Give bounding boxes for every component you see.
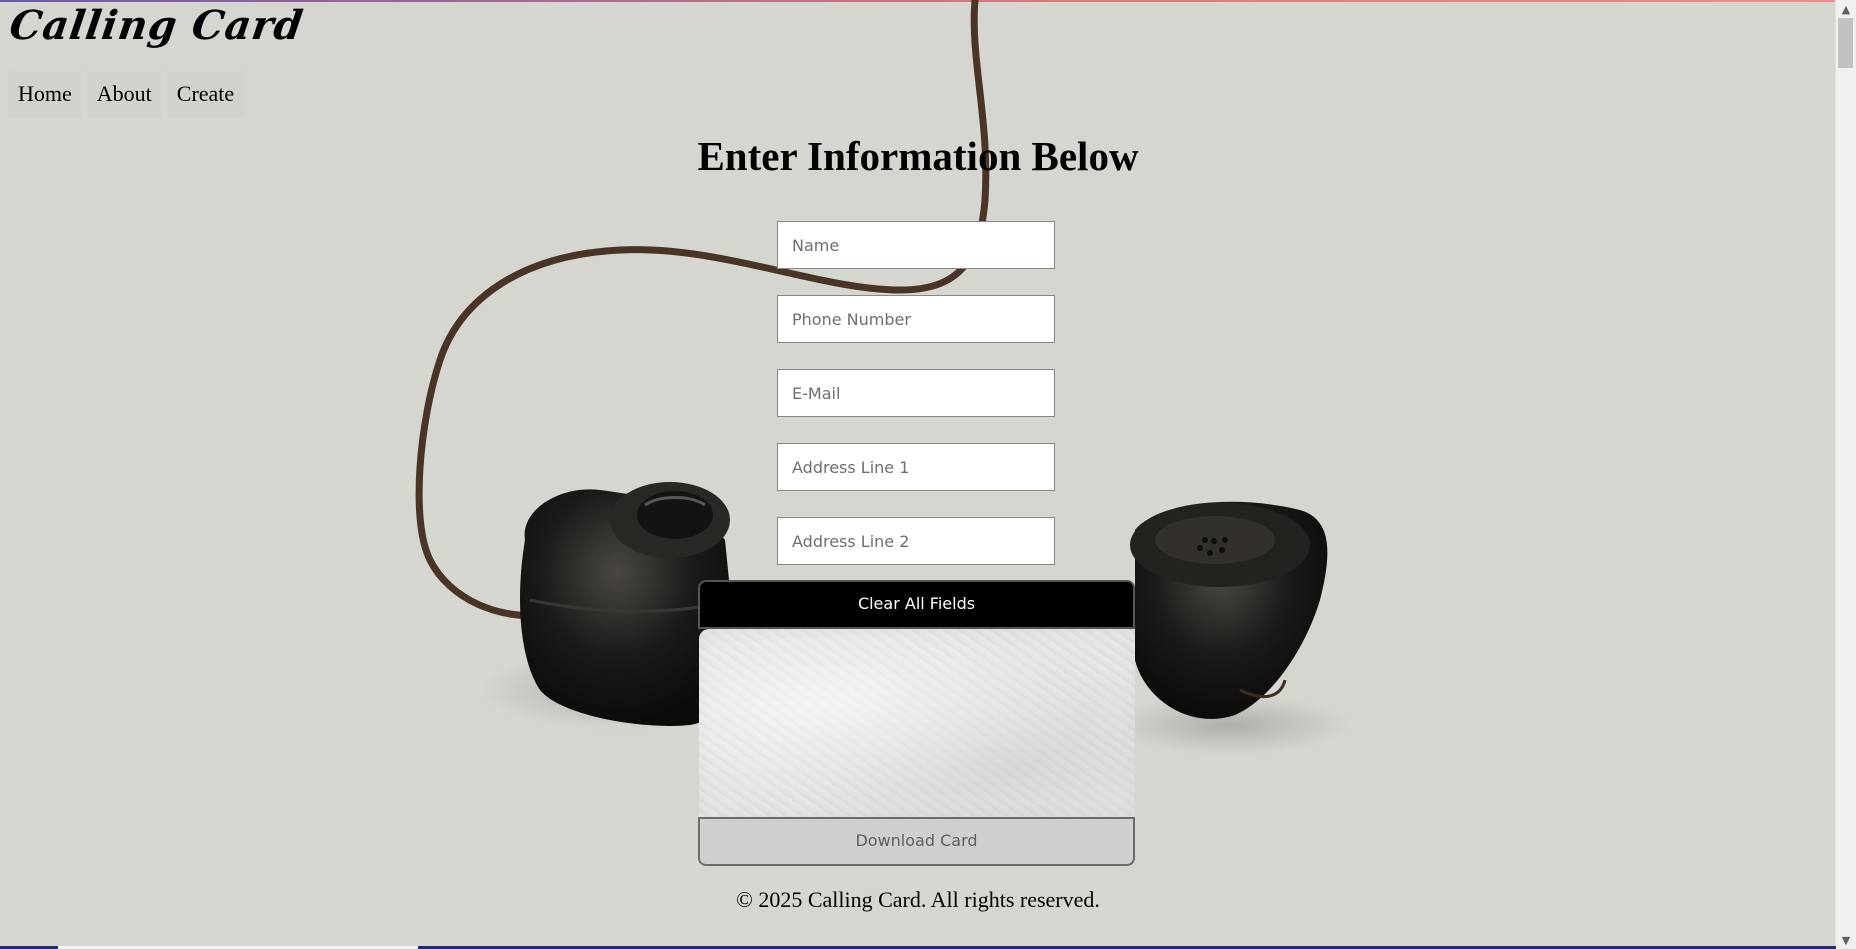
main-nav: Home About Create xyxy=(9,71,244,118)
nav-item-home[interactable]: Home xyxy=(9,71,81,118)
page-title: Enter Information Below xyxy=(697,133,1139,179)
name-field[interactable] xyxy=(777,221,1055,269)
address-line-1-field[interactable] xyxy=(777,443,1055,491)
footer-copyright: © 2025 Calling Card. All rights reserved… xyxy=(736,887,1100,912)
phone-field[interactable] xyxy=(777,295,1055,343)
nav-item-about[interactable]: About xyxy=(87,71,161,118)
email-field[interactable] xyxy=(777,369,1055,417)
vertical-scrollbar[interactable]: ▲ ▼ xyxy=(1835,0,1856,949)
card-preview xyxy=(699,629,1135,817)
brand-logo[interactable]: Calling Card xyxy=(7,2,307,49)
address-line-2-field[interactable] xyxy=(777,517,1055,565)
clear-fields-button[interactable]: Clear All Fields xyxy=(698,580,1135,629)
chevron-down-icon[interactable]: ▼ xyxy=(1836,931,1856,949)
scrollbar-thumb[interactable] xyxy=(1838,18,1853,68)
chevron-up-icon[interactable]: ▲ xyxy=(1836,0,1856,18)
download-card-button[interactable]: Download Card xyxy=(698,817,1135,866)
nav-item-create[interactable]: Create xyxy=(167,71,244,118)
